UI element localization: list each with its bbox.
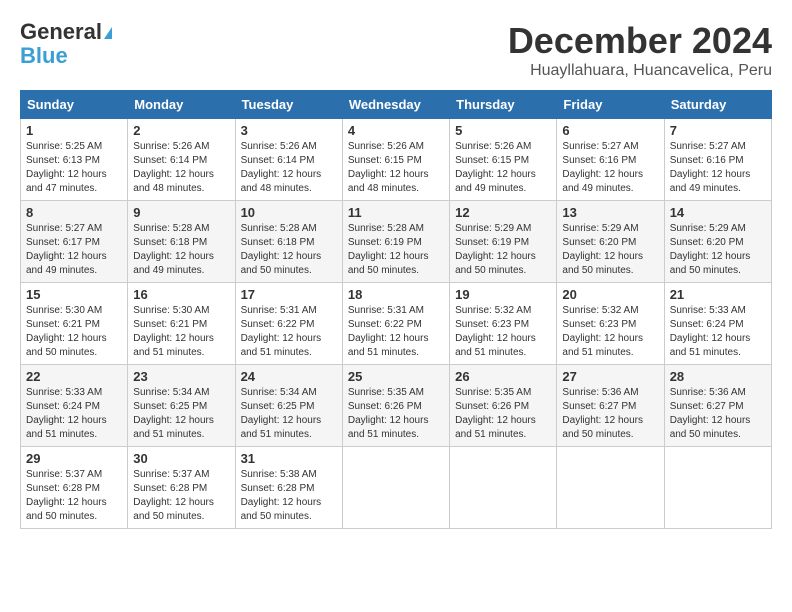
header-row: Sunday Monday Tuesday Wednesday Thursday… [21, 91, 772, 119]
day-11: 11Sunrise: 5:28 AM Sunset: 6:19 PM Dayli… [342, 201, 449, 283]
location-title: Huayllahuara, Huancavelica, Peru [508, 62, 772, 80]
day-31: 31Sunrise: 5:38 AM Sunset: 6:28 PM Dayli… [235, 447, 342, 529]
week-row-5: 29Sunrise: 5:37 AM Sunset: 6:28 PM Dayli… [21, 447, 772, 529]
day-5: 5Sunrise: 5:26 AM Sunset: 6:15 PM Daylig… [450, 119, 557, 201]
col-tuesday: Tuesday [235, 91, 342, 119]
empty-cell [557, 447, 664, 529]
day-28: 28Sunrise: 5:36 AM Sunset: 6:27 PM Dayli… [664, 365, 771, 447]
day-1: 1Sunrise: 5:25 AM Sunset: 6:13 PM Daylig… [21, 119, 128, 201]
day-21: 21Sunrise: 5:33 AM Sunset: 6:24 PM Dayli… [664, 283, 771, 365]
day-29: 29Sunrise: 5:37 AM Sunset: 6:28 PM Dayli… [21, 447, 128, 529]
day-23: 23Sunrise: 5:34 AM Sunset: 6:25 PM Dayli… [128, 365, 235, 447]
day-27: 27Sunrise: 5:36 AM Sunset: 6:27 PM Dayli… [557, 365, 664, 447]
week-row-3: 15Sunrise: 5:30 AM Sunset: 6:21 PM Dayli… [21, 283, 772, 365]
day-7: 7Sunrise: 5:27 AM Sunset: 6:16 PM Daylig… [664, 119, 771, 201]
day-3: 3Sunrise: 5:26 AM Sunset: 6:14 PM Daylig… [235, 119, 342, 201]
day-24: 24Sunrise: 5:34 AM Sunset: 6:25 PM Dayli… [235, 365, 342, 447]
day-6: 6Sunrise: 5:27 AM Sunset: 6:16 PM Daylig… [557, 119, 664, 201]
day-13: 13Sunrise: 5:29 AM Sunset: 6:20 PM Dayli… [557, 201, 664, 283]
col-thursday: Thursday [450, 91, 557, 119]
calendar-table: Sunday Monday Tuesday Wednesday Thursday… [20, 90, 772, 529]
empty-cell [342, 447, 449, 529]
month-title: December 2024 [508, 20, 772, 62]
page-header: General Blue December 2024 Huayllahuara,… [20, 20, 772, 80]
logo-line2: Blue [20, 44, 112, 68]
col-friday: Friday [557, 91, 664, 119]
week-row-1: 1Sunrise: 5:25 AM Sunset: 6:13 PM Daylig… [21, 119, 772, 201]
title-section: December 2024 Huayllahuara, Huancavelica… [508, 20, 772, 80]
day-22: 22Sunrise: 5:33 AM Sunset: 6:24 PM Dayli… [21, 365, 128, 447]
day-15: 15Sunrise: 5:30 AM Sunset: 6:21 PM Dayli… [21, 283, 128, 365]
day-30: 30Sunrise: 5:37 AM Sunset: 6:28 PM Dayli… [128, 447, 235, 529]
week-row-4: 22Sunrise: 5:33 AM Sunset: 6:24 PM Dayli… [21, 365, 772, 447]
col-saturday: Saturday [664, 91, 771, 119]
day-9: 9Sunrise: 5:28 AM Sunset: 6:18 PM Daylig… [128, 201, 235, 283]
col-monday: Monday [128, 91, 235, 119]
logo: General Blue [20, 20, 112, 68]
empty-cell [450, 447, 557, 529]
day-18: 18Sunrise: 5:31 AM Sunset: 6:22 PM Dayli… [342, 283, 449, 365]
day-26: 26Sunrise: 5:35 AM Sunset: 6:26 PM Dayli… [450, 365, 557, 447]
day-16: 16Sunrise: 5:30 AM Sunset: 6:21 PM Dayli… [128, 283, 235, 365]
col-wednesday: Wednesday [342, 91, 449, 119]
day-17: 17Sunrise: 5:31 AM Sunset: 6:22 PM Dayli… [235, 283, 342, 365]
day-12: 12Sunrise: 5:29 AM Sunset: 6:19 PM Dayli… [450, 201, 557, 283]
day-2: 2Sunrise: 5:26 AM Sunset: 6:14 PM Daylig… [128, 119, 235, 201]
day-20: 20Sunrise: 5:32 AM Sunset: 6:23 PM Dayli… [557, 283, 664, 365]
day-4: 4Sunrise: 5:26 AM Sunset: 6:15 PM Daylig… [342, 119, 449, 201]
day-10: 10Sunrise: 5:28 AM Sunset: 6:18 PM Dayli… [235, 201, 342, 283]
day-25: 25Sunrise: 5:35 AM Sunset: 6:26 PM Dayli… [342, 365, 449, 447]
week-row-2: 8Sunrise: 5:27 AM Sunset: 6:17 PM Daylig… [21, 201, 772, 283]
day-19: 19Sunrise: 5:32 AM Sunset: 6:23 PM Dayli… [450, 283, 557, 365]
day-14: 14Sunrise: 5:29 AM Sunset: 6:20 PM Dayli… [664, 201, 771, 283]
col-sunday: Sunday [21, 91, 128, 119]
empty-cell [664, 447, 771, 529]
day-8: 8Sunrise: 5:27 AM Sunset: 6:17 PM Daylig… [21, 201, 128, 283]
logo-line1: General [20, 20, 112, 44]
